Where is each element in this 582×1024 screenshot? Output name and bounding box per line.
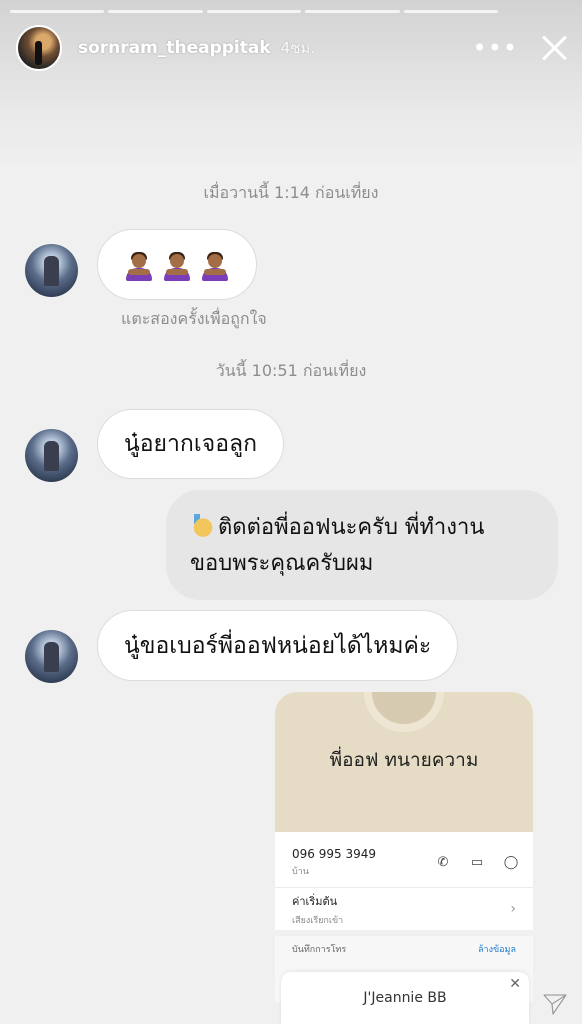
ringtone-subtitle: เสียงเรียกเข้า: [292, 915, 344, 926]
chevron-right-icon: ›: [510, 901, 516, 917]
ringtone-title: ค่าเริ่มต้น: [292, 894, 338, 908]
message-text: นู๋อยากเจอลูก: [124, 431, 258, 457]
incoming-message-bubble: นู๋ขอเบอร์พี่ออฟหน่อยได้ไหมค่ะ: [97, 610, 459, 681]
story-posted-time: 4ชม.: [280, 39, 316, 57]
outgoing-message-bubble: ติดต่อพี่ออฟนะครับ พี่ทำงาน ขอบพระคุณครั…: [166, 490, 558, 600]
close-icon[interactable]: [540, 34, 568, 62]
message-icon: ◯: [503, 854, 519, 870]
story-avatar[interactable]: [16, 25, 62, 71]
sender-avatar: [25, 244, 78, 297]
chat-timestamp: เมื่อวานนี้ 1:14 ก่อนเที่ยง: [203, 183, 379, 202]
progress-segment: [206, 10, 302, 13]
chat-timestamp: วันนี้ 10:51 ก่อนเที่ยง: [215, 361, 367, 380]
person-bowing-emoji-icon: [200, 249, 230, 281]
contact-name: พี่ออฟ ทนายความ: [329, 749, 479, 771]
phone-type: บ้าน: [292, 867, 309, 877]
person-bowing-emoji-icon: [162, 249, 192, 281]
ringtone-row: ค่าเริ่มต้น เสียงเรียกเข้า ›: [275, 888, 533, 936]
bottom-sheet-overlay: ✕ J'Jeannie BB: [281, 972, 529, 1024]
more-horizontal-icon[interactable]: •••: [473, 36, 518, 60]
folded-hands-emoji-icon: [190, 512, 216, 538]
contact-card-header: พี่ออฟ ทนายความ: [275, 692, 533, 832]
video-call-icon: ▭: [470, 854, 484, 870]
shared-contact-screenshot[interactable]: พี่ออฟ ทนายความ 096 995 3949 บ้าน ✆ ▭ ◯ …: [275, 692, 533, 1002]
progress-segment: [305, 10, 400, 13]
phone-number: 096 995 3949: [292, 847, 376, 861]
person-bowing-emoji-icon: [124, 249, 154, 281]
send-icon[interactable]: [542, 992, 568, 1016]
phone-call-icon: ✆: [437, 854, 449, 870]
call-log-row: บันทึกการโทร ล้างข้อมูล: [289, 936, 519, 962]
double-tap-like-hint: แตะสองครั้งเพื่อถูกใจ: [121, 309, 267, 328]
incoming-message-bubble: นู๋อยากเจอลูก: [97, 409, 285, 479]
story-progress-bar: [10, 10, 499, 13]
sender-avatar: [25, 630, 78, 683]
message-text: ติดต่อพี่ออฟนะครับ พี่ทำงาน: [218, 515, 485, 540]
clear-log-link: ล้างข้อมูล: [478, 945, 516, 955]
progress-segment: [403, 10, 499, 13]
progress-segment: [10, 10, 105, 13]
emoji-row: [124, 249, 230, 281]
message-text-line: ขอบพระคุณครับผม: [190, 551, 374, 576]
message-text: นู๋ขอเบอร์พี่ออฟหน่อยได้ไหมค่ะ: [124, 632, 432, 659]
sender-avatar: [25, 429, 78, 482]
contact-avatar: [364, 692, 444, 732]
call-log-label: บันทึกการโทร: [292, 945, 347, 955]
story-username[interactable]: sornram_theappitak: [78, 38, 271, 58]
message-text-line: ติดต่อพี่ออฟนะครับ พี่ทำงาน: [190, 510, 534, 546]
progress-segment: [108, 10, 203, 13]
overlay-name: J'Jeannie BB: [363, 990, 447, 1006]
phone-row: 096 995 3949 บ้าน ✆ ▭ ◯: [275, 832, 533, 888]
story-header: sornram_theappitak 4ชม. •••: [16, 24, 568, 72]
emoji-message-bubble: [97, 229, 257, 300]
